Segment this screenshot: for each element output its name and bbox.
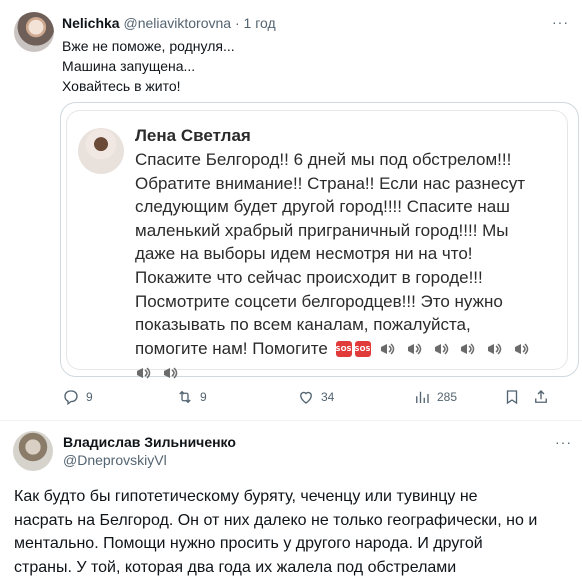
reply-count: 9 bbox=[86, 390, 93, 404]
quoted-post-text: Спасите Белгород!! 6 дней мы под обстрел… bbox=[135, 148, 531, 384]
comment-more-icon[interactable]: ··· bbox=[555, 434, 572, 450]
retweet-count: 9 bbox=[200, 390, 207, 404]
retweet-button[interactable]: 9 bbox=[176, 388, 207, 406]
section-divider bbox=[0, 420, 582, 421]
loudspeaker-emoji-icon bbox=[461, 343, 475, 355]
tweet-separator: · bbox=[234, 15, 240, 31]
bookmark-icon bbox=[506, 390, 518, 405]
quoted-line: Обратите внимание!! Страна!! Если нас ра… bbox=[135, 173, 526, 193]
comment-author-name[interactable]: Владислав Зильниченко bbox=[63, 434, 236, 450]
quoted-line: показывать по всем каналам, пожалуйста, bbox=[135, 315, 471, 335]
tweet-more-icon[interactable]: ··· bbox=[552, 14, 569, 30]
like-icon bbox=[300, 391, 312, 404]
quoted-author-avatar bbox=[78, 128, 124, 174]
loudspeaker-emoji-icon bbox=[408, 343, 422, 355]
sos-emoji-icon: SOS bbox=[335, 341, 352, 358]
sos-emoji-icon: SOS bbox=[354, 341, 371, 358]
like-count: 34 bbox=[321, 390, 335, 404]
loudspeaker-emoji-icon bbox=[434, 343, 448, 355]
tweet-line: Вже не поможе, роднуля... bbox=[62, 38, 235, 54]
quoted-author-name: Лена Светлая bbox=[135, 126, 251, 145]
tweet-line: Ховайтесь в жито! bbox=[62, 78, 181, 94]
comment-author-avatar[interactable] bbox=[13, 431, 53, 471]
bookmark-button[interactable] bbox=[503, 388, 527, 406]
quoted-line: Покажите что сейчас происходит в городе!… bbox=[135, 267, 483, 287]
views-count: 285 bbox=[437, 390, 458, 404]
quoted-line: Посмотрите соцсети белгородцев!!! Это ну… bbox=[135, 291, 503, 311]
tweet-author-name[interactable]: Nelichka bbox=[62, 15, 120, 31]
comment-line: страны. У той, которая два года их жалел… bbox=[14, 558, 457, 576]
quoted-line: маленький храбрый приграничный город!!!!… bbox=[135, 220, 509, 240]
comment-line: насрать на Белгород. Он от них далеко не… bbox=[14, 511, 538, 529]
quoted-line: следующим будет другой город!!!! Спасите… bbox=[135, 197, 510, 217]
tweet-time[interactable]: 1 год bbox=[244, 15, 276, 31]
comment-text: Как будто бы гипотетическому буряту, чеч… bbox=[14, 485, 537, 579]
share-icon bbox=[535, 390, 547, 403]
comment-line: ментально. Помощи нужно просить у другог… bbox=[14, 535, 483, 552]
views-button[interactable]: 285 bbox=[413, 388, 457, 406]
share-button[interactable] bbox=[532, 388, 556, 406]
loudspeaker-emoji-icon bbox=[488, 343, 502, 355]
tweet-line: Машина запущена... bbox=[62, 58, 196, 74]
tweet-action-bar: 9 9 34 285 bbox=[0, 388, 582, 410]
retweet-icon bbox=[179, 390, 191, 404]
views-icon bbox=[416, 391, 429, 403]
tweet-author-avatar[interactable] bbox=[14, 12, 54, 52]
loudspeaker-emoji-icon bbox=[381, 343, 395, 355]
loudspeaker-emoji-icon bbox=[163, 367, 177, 379]
tweet-author-header: Nelichka @neliaviktorovna · 1 год bbox=[62, 15, 276, 31]
loudspeaker-emoji-icon bbox=[514, 343, 529, 355]
comment-line: Как будто бы гипотетическому буряту, чеч… bbox=[14, 488, 478, 505]
comment-author-handle[interactable]: @DneprovskiyVl bbox=[63, 452, 167, 468]
quoted-emoji-line bbox=[135, 360, 531, 384]
loudspeaker-emoji-icon bbox=[137, 367, 151, 379]
reply-button[interactable]: 9 bbox=[62, 388, 93, 406]
reply-icon bbox=[64, 390, 78, 406]
tweet-author-handle[interactable]: @neliaviktorovna bbox=[123, 15, 231, 31]
quoted-line-last: помогите нам! Помогите SOS SOS bbox=[135, 337, 531, 361]
like-button[interactable]: 34 bbox=[297, 388, 334, 406]
tweet-text: Вже не поможе, роднуля... Машина запущен… bbox=[62, 36, 235, 96]
quoted-line: Спасите Белгород!! 6 дней мы под обстрел… bbox=[135, 150, 512, 169]
quoted-line: помогите нам! Помогите bbox=[135, 338, 328, 358]
quoted-line: даже на выборы идем несмотря ни на что! bbox=[135, 244, 473, 264]
